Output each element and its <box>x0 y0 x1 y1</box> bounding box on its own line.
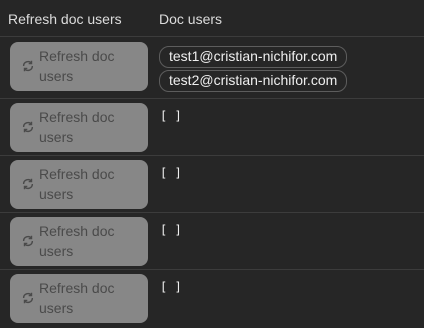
table-header: Refresh doc users Doc users <box>0 0 424 37</box>
button-label: Refresh doc users <box>39 48 115 84</box>
doc-users-cell: test1@cristian-nichifor.com test2@cristi… <box>159 46 348 94</box>
table-row: Refresh doc users [ ] <box>0 213 424 270</box>
button-label: Refresh doc users <box>39 280 115 316</box>
refresh-icon <box>22 235 34 247</box>
refresh-doc-users-button[interactable]: Refresh doc users <box>10 217 148 266</box>
doc-users-empty: [ ] <box>160 109 182 123</box>
refresh-icon <box>22 292 34 304</box>
table-row: Refresh doc users test1@cristian-nichifo… <box>0 37 424 99</box>
doc-users-empty: [ ] <box>160 280 182 294</box>
column-header-doc-users: Doc users <box>159 11 223 27</box>
button-label: Refresh doc users <box>39 223 115 259</box>
button-label: Refresh doc users <box>39 166 115 202</box>
refresh-icon <box>22 121 34 133</box>
doc-users-table: Refresh doc users Doc users Refresh doc … <box>0 0 424 328</box>
refresh-icon <box>22 178 34 190</box>
table-row: Refresh doc users [ ] <box>0 156 424 213</box>
doc-users-empty: [ ] <box>160 166 182 180</box>
user-chip: test1@cristian-nichifor.com <box>159 46 348 68</box>
refresh-doc-users-button[interactable]: Refresh doc users <box>10 42 148 91</box>
table-row: Refresh doc users [ ] <box>0 270 424 328</box>
doc-users-empty: [ ] <box>160 223 182 237</box>
refresh-doc-users-button[interactable]: Refresh doc users <box>10 274 148 323</box>
column-header-refresh: Refresh doc users <box>8 11 122 27</box>
table-row: Refresh doc users [ ] <box>0 99 424 156</box>
button-label: Refresh doc users <box>39 109 115 145</box>
refresh-doc-users-button[interactable]: Refresh doc users <box>10 103 148 152</box>
user-chip: test2@cristian-nichifor.com <box>159 70 348 92</box>
refresh-doc-users-button[interactable]: Refresh doc users <box>10 160 148 209</box>
refresh-icon <box>22 60 34 72</box>
